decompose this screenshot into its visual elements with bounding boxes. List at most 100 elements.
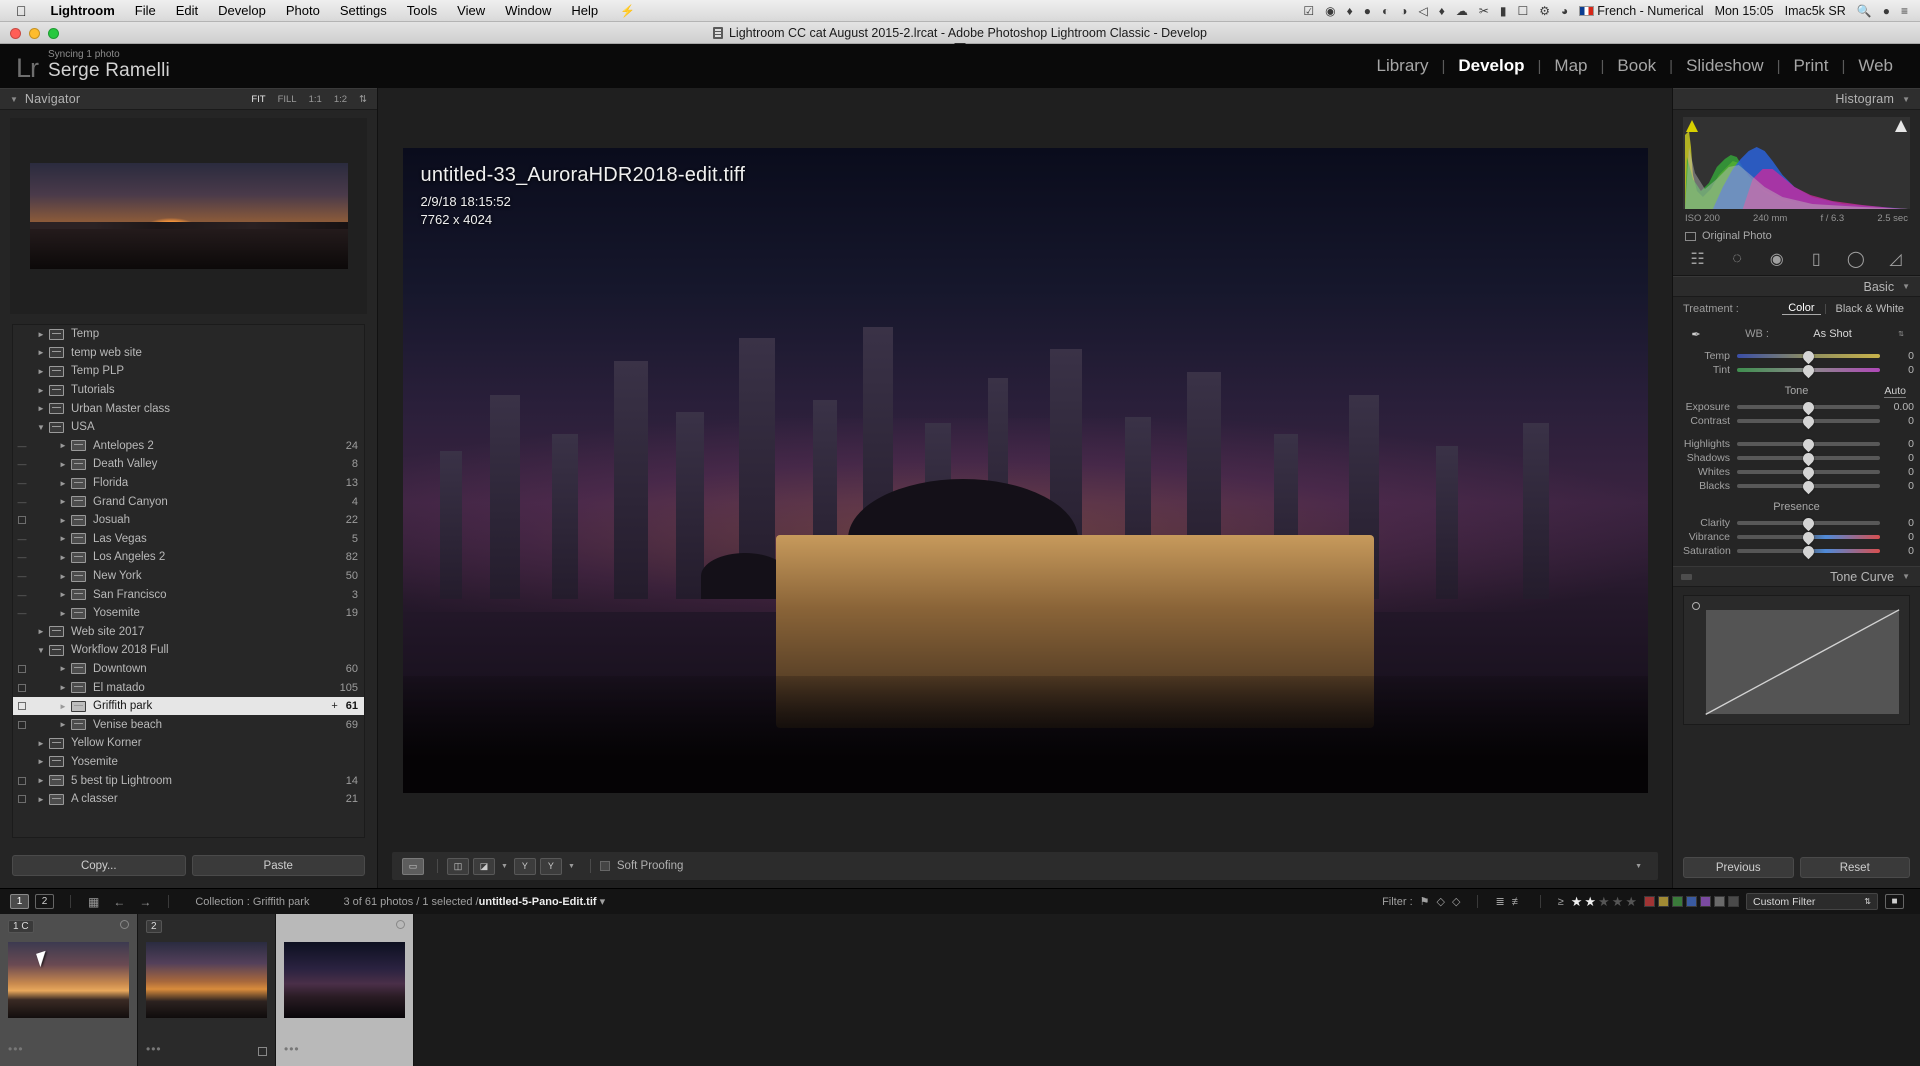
menu-item-photo[interactable]: Photo [276, 3, 330, 18]
folder-row[interactable]: — ► San Francisco 3 [13, 585, 364, 604]
folder-row[interactable]: ▼ USA [13, 418, 364, 437]
airplay-icon[interactable]: ☐ [1518, 5, 1529, 17]
folder-row[interactable]: ► Yosemite [13, 753, 364, 772]
apple-icon[interactable]:  [0, 4, 41, 18]
folder-twisty-icon[interactable]: ► [55, 553, 71, 562]
folder-twisty-icon[interactable]: ► [33, 739, 49, 748]
slider-row[interactable]: Blacks 0 [1673, 478, 1920, 494]
folder-twisty-icon[interactable]: ► [55, 683, 71, 692]
folder-checkbox[interactable] [15, 683, 29, 692]
folder-row[interactable]: ► El matado 105 [13, 678, 364, 697]
color-label-swatch[interactable] [1644, 896, 1655, 907]
wb-value[interactable]: As Shot [1769, 328, 1896, 340]
folder-twisty-icon[interactable]: ► [55, 664, 71, 673]
menubar-clock[interactable]: Mon 15:05 [1715, 4, 1774, 18]
reset-button[interactable]: Reset [1799, 857, 1910, 878]
color-label-swatch[interactable] [1700, 896, 1711, 907]
filmstrip-thumbnail[interactable]: 1 C ••• [0, 914, 138, 1066]
folder-row[interactable]: — ► Las Vegas 5 [13, 530, 364, 549]
slider-knob[interactable] [1800, 362, 1817, 378]
menu-item-help[interactable]: Help [561, 3, 608, 18]
tone-curve-graph[interactable] [1683, 595, 1910, 725]
slider-knob[interactable] [1800, 515, 1817, 531]
folder-twisty-icon[interactable]: ► [55, 702, 71, 711]
red-eye-icon[interactable]: ◉ [1768, 251, 1785, 268]
rating-star[interactable]: ★ [1571, 894, 1583, 910]
paste-button[interactable]: Paste [191, 855, 365, 876]
spot-removal-icon[interactable]: ◌ [1729, 250, 1746, 267]
battery-icon[interactable]: ▮ [1500, 5, 1507, 17]
forward-arrow-icon[interactable]: → [139, 895, 151, 909]
rating-star[interactable]: ★ [1625, 894, 1637, 910]
graduated-filter-icon[interactable]: ▯ [1808, 251, 1825, 268]
menu-item-develop[interactable]: Develop [208, 3, 276, 18]
folder-row[interactable]: — ► Grand Canyon 4 [13, 492, 364, 511]
folder-row[interactable]: ► Downtown 60 [13, 660, 364, 679]
folder-twisty-icon[interactable]: ► [33, 795, 49, 804]
slider-row[interactable]: Tint 0 [1673, 362, 1920, 378]
slider-knob[interactable] [1800, 450, 1817, 466]
menu-item-window[interactable]: Window [495, 3, 561, 18]
slider-track[interactable] [1737, 436, 1880, 452]
slider-track[interactable] [1737, 450, 1880, 466]
folder-checkbox[interactable]: — [15, 478, 29, 488]
filmstrip-thumbnail[interactable]: ••• [276, 914, 414, 1066]
slider-row[interactable]: Highlights 0 [1673, 436, 1920, 452]
folder-row[interactable]: ► Web site 2017 [13, 623, 364, 642]
screen-1-button[interactable]: 1 [10, 894, 29, 909]
close-button[interactable] [10, 28, 21, 39]
slider-track[interactable] [1737, 478, 1880, 494]
folder-checkbox[interactable] [15, 702, 29, 711]
histogram-header[interactable]: Histogram ▼ [1673, 88, 1920, 110]
filter-lock-icon[interactable]: ■ [1885, 894, 1904, 909]
folder-row[interactable]: — ► Florida 13 [13, 474, 364, 493]
zoom-1-1[interactable]: 1:1 [309, 94, 322, 105]
chevron-down-icon[interactable]: ▼ [10, 95, 18, 104]
reference-view-alt-icon[interactable]: Y [539, 857, 562, 875]
color-label-filter[interactable] [1644, 896, 1739, 907]
module-web[interactable]: Web [1845, 56, 1906, 76]
color-label-swatch[interactable] [1714, 896, 1725, 907]
menu-item-tools[interactable]: Tools [397, 3, 447, 18]
zoom-fill[interactable]: FILL [278, 94, 297, 105]
folder-twisty-icon[interactable]: ► [55, 497, 71, 506]
folder-row[interactable]: — ► Yosemite 19 [13, 604, 364, 623]
adjustment-brush-icon[interactable]: ◿ [1887, 251, 1904, 268]
search-icon[interactable]: 🔍 [1857, 5, 1872, 17]
folder-twisty-icon[interactable]: ► [55, 441, 71, 450]
hazel-icon[interactable]: ◐ [1382, 5, 1389, 17]
folder-twisty-icon[interactable]: ► [55, 609, 71, 618]
reference-chevron-down-icon[interactable]: ▼ [568, 863, 575, 870]
color-label-swatch[interactable] [1672, 896, 1683, 907]
folder-twisty-icon[interactable]: ► [33, 404, 49, 413]
folder-checkbox[interactable]: — [15, 459, 29, 469]
slider-knob[interactable] [1800, 478, 1817, 494]
slider-knob[interactable] [1800, 543, 1817, 559]
tone-curve-switch-icon[interactable] [1681, 573, 1692, 580]
screen-2-button[interactable]: 2 [35, 894, 54, 909]
nvidia-icon[interactable]: ◑ [1400, 5, 1407, 17]
module-slideshow[interactable]: Slideshow [1673, 56, 1777, 76]
folder-twisty-icon[interactable]: ► [33, 348, 49, 357]
slider-row[interactable]: Whites 0 [1673, 464, 1920, 480]
folder-checkbox[interactable] [15, 776, 29, 785]
grid-view-icon[interactable]: ▦ [88, 895, 99, 909]
folder-twisty-icon[interactable]: ► [55, 534, 71, 543]
module-develop[interactable]: Develop [1445, 56, 1537, 76]
siri-icon[interactable]: ● [1883, 5, 1890, 17]
folder-twisty-icon[interactable]: ► [55, 460, 71, 469]
slider-knob[interactable] [1800, 399, 1817, 415]
dropbox-icon[interactable]: ♦ [1347, 5, 1353, 17]
folder-twisty-icon[interactable]: ► [33, 776, 49, 785]
treatment-color-option[interactable]: Color [1782, 302, 1821, 315]
folder-checkbox[interactable] [15, 516, 29, 525]
folder-checkbox[interactable]: — [15, 590, 29, 600]
folder-row[interactable]: ▼ Workflow 2018 Full [13, 641, 364, 660]
rating-star[interactable]: ★ [1598, 894, 1610, 910]
sort-descending-icon[interactable]: ≢ [1512, 896, 1523, 908]
folder-twisty-icon[interactable]: ► [55, 572, 71, 581]
menu-item-file[interactable]: File [125, 3, 166, 18]
filmstrip-status-chevron-down-icon[interactable]: ▾ [600, 896, 606, 908]
folder-checkbox[interactable] [15, 720, 29, 729]
wrench-icon[interactable]: ✂ [1479, 5, 1489, 17]
